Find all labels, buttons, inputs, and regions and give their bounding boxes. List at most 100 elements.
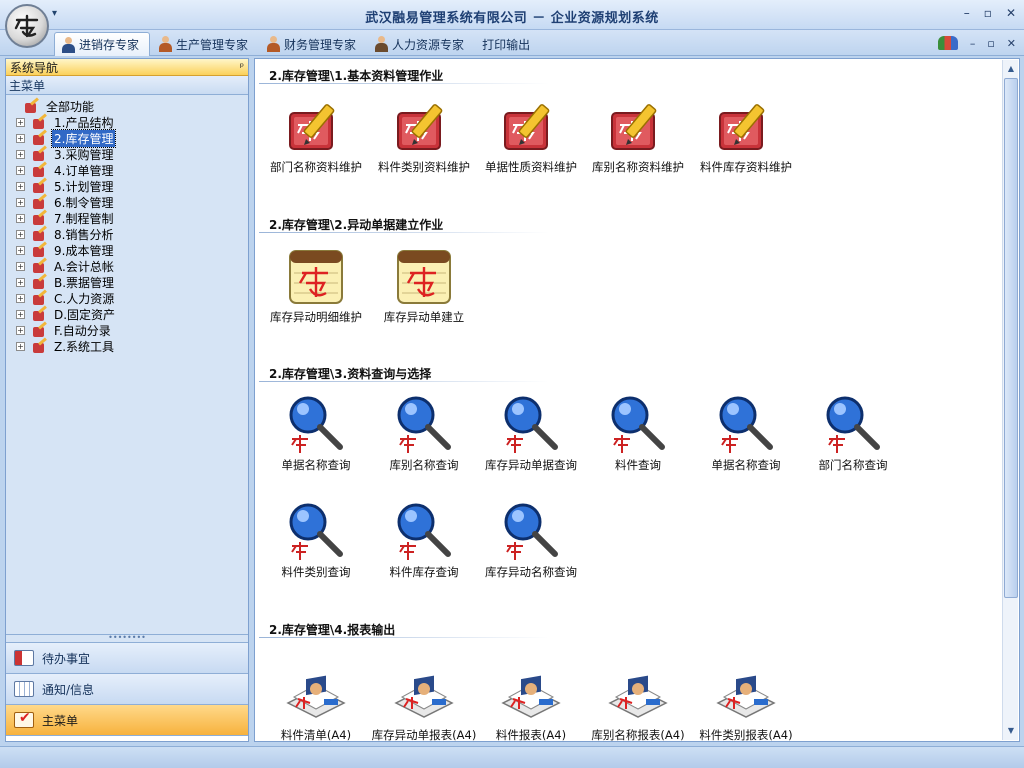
function-icon-button[interactable]: 库存异动单据查询 xyxy=(478,393,584,472)
tree-item-label: C.人力资源 xyxy=(54,291,115,306)
todo-button[interactable]: 待办事宜 xyxy=(6,643,248,674)
function-icon-button[interactable]: 料件类别资料维护 xyxy=(371,95,477,174)
function-label: 料件查询 xyxy=(615,458,661,472)
expand-icon[interactable]: + xyxy=(16,293,25,303)
expand-icon[interactable]: + xyxy=(16,197,25,207)
tree-item[interactable]: +4.订单管理 xyxy=(16,162,248,178)
main-content: ▲ ▼ 2.库存管理\1.基本资料管理作业 部门名称资料维护 料件类别资料维护 单据性… xyxy=(254,58,1020,742)
expand-icon[interactable]: + xyxy=(16,277,25,287)
function-icon-button[interactable]: 库别名称查询 xyxy=(371,393,477,472)
function-icon-button[interactable]: 料件类别查询 xyxy=(263,500,369,579)
folder-pencil-icon xyxy=(32,276,48,289)
notice-button[interactable]: 通知/信息 xyxy=(6,674,248,705)
child-close-button[interactable]: ✕ xyxy=(1007,37,1016,50)
folder-pencil-icon xyxy=(714,95,778,159)
function-icon-button[interactable]: 库存异动单建立 xyxy=(371,245,477,324)
magnifier-icon xyxy=(499,393,563,457)
function-icon-button[interactable]: 库存异动单报表(A4) xyxy=(371,663,477,741)
expand-icon[interactable]: + xyxy=(16,117,25,127)
calendar-icon xyxy=(14,681,34,697)
tree-item[interactable]: +8.销售分析 xyxy=(16,226,248,242)
vertical-scrollbar[interactable]: ▲ ▼ xyxy=(1002,60,1018,740)
function-label: 料件类别报表(A4) xyxy=(699,728,793,742)
maximize-button[interactable]: ▫ xyxy=(984,6,992,20)
function-icon-button[interactable]: 单据性质资料维护 xyxy=(478,95,584,174)
tree-item[interactable]: +6.制令管理 xyxy=(16,194,248,210)
expand-icon[interactable]: + xyxy=(16,261,25,271)
expand-icon[interactable]: + xyxy=(16,245,25,255)
expand-icon[interactable]: + xyxy=(16,149,25,159)
tree-item[interactable]: + D.固定资产 xyxy=(16,306,248,322)
function-icon-button[interactable]: 料件库存查询 xyxy=(371,500,477,579)
tree-item-label: 9.成本管理 xyxy=(54,243,114,258)
folder-pencil-icon xyxy=(32,260,48,273)
function-label: 库别名称查询 xyxy=(389,458,459,472)
function-icon-button[interactable]: 料件报表(A4) xyxy=(478,663,584,741)
app-logo-icon xyxy=(14,14,39,38)
function-icon-button[interactable]: 库存异动明细维护 xyxy=(263,245,369,324)
scroll-thumb[interactable] xyxy=(1004,78,1018,598)
expand-icon[interactable]: + xyxy=(16,229,25,239)
function-icon-button[interactable]: 库存异动名称查询 xyxy=(478,500,584,579)
tree-item[interactable]: + A.会计总帐 xyxy=(16,258,248,274)
nav-panel-header: 系统导航 ᵖ xyxy=(6,59,248,76)
pin-icon[interactable]: ᵖ xyxy=(240,62,244,73)
tree-item-label: 3.采购管理 xyxy=(54,147,114,162)
tab-production-expert[interactable]: 生产管理专家 xyxy=(152,32,258,56)
scroll-down-button[interactable]: ▼ xyxy=(1004,724,1018,738)
navigation-panel: 系统导航 ᵖ 主菜单 全部功能 +1.产品结构 +2.库存管理 +3.采购管理 +4.… xyxy=(5,58,249,742)
tree-item[interactable]: + C.人力资源 xyxy=(16,290,248,306)
tab-hr-expert[interactable]: 人力资源专家 xyxy=(368,32,474,56)
tree-item[interactable]: +5.计划管理 xyxy=(16,178,248,194)
users-icon[interactable] xyxy=(937,36,958,50)
tree-item[interactable]: +1.产品结构 xyxy=(16,114,248,130)
function-label: 单据名称查询 xyxy=(281,458,351,472)
tree-item[interactable]: + Z.系统工具 xyxy=(16,338,248,354)
expand-icon[interactable]: + xyxy=(16,309,25,319)
tree-item[interactable]: +7.制程管制 xyxy=(16,210,248,226)
expand-icon[interactable]: + xyxy=(16,181,25,191)
function-icon-button[interactable]: 单据名称查询 xyxy=(693,393,799,472)
function-label: 库存异动明细维护 xyxy=(270,310,362,324)
expand-icon[interactable]: + xyxy=(16,341,25,351)
expand-icon[interactable]: + xyxy=(16,133,25,143)
function-label: 库存异动名称查询 xyxy=(485,565,577,579)
section-title: 2.库存管理\3.资料查询与选择 xyxy=(269,367,432,381)
expand-icon[interactable]: + xyxy=(16,213,25,223)
tree-item[interactable]: +9.成本管理 xyxy=(16,242,248,258)
main-menu-button[interactable]: 主菜单 xyxy=(6,705,248,736)
tab-finance-expert[interactable]: 财务管理专家 xyxy=(260,32,366,56)
folder-pencil-icon xyxy=(32,116,48,129)
section-title: 2.库存管理\2.异动单据建立作业 xyxy=(269,218,444,232)
report-icon xyxy=(606,663,670,727)
function-icon-button[interactable]: 料件库存资料维护 xyxy=(693,95,799,174)
function-icon-button[interactable]: 料件清单(A4) xyxy=(263,663,369,741)
minimize-button[interactable]: – xyxy=(964,6,970,20)
title-bar: ▾ 武汉融易管理系统有限公司 － 企业资源规划系统 – ▫ ✕ xyxy=(0,0,1024,48)
app-menu-button[interactable] xyxy=(5,4,49,48)
function-icon-button[interactable]: 料件查询 xyxy=(585,393,691,472)
expand-icon[interactable]: + xyxy=(16,165,25,175)
child-minimize-button[interactable]: – xyxy=(970,37,976,50)
tree-item[interactable]: + B.票据管理 xyxy=(16,274,248,290)
report-icon xyxy=(714,663,778,727)
function-icon-button[interactable]: 库别名称报表(A4) xyxy=(585,663,691,741)
panel-splitter[interactable]: •••••••• xyxy=(6,634,248,643)
child-restore-button[interactable]: ▫ xyxy=(987,37,994,50)
report-icon xyxy=(392,663,456,727)
tree-item[interactable]: +2.库存管理 xyxy=(16,128,248,148)
expand-icon[interactable]: + xyxy=(16,325,25,335)
function-icon-button[interactable]: 部门名称查询 xyxy=(800,393,906,472)
function-icon-button[interactable]: 部门名称资料维护 xyxy=(263,95,369,174)
tree-root[interactable]: 全部功能 xyxy=(16,98,248,114)
function-icon-button[interactable]: 库别名称资料维护 xyxy=(585,95,691,174)
function-icon-button[interactable]: 料件类别报表(A4) xyxy=(693,663,799,742)
tree-item[interactable]: +3.采购管理 xyxy=(16,146,248,162)
function-icon-button[interactable]: 单据名称查询 xyxy=(263,393,369,472)
tab-print-output[interactable]: 打印输出 xyxy=(476,32,540,56)
tree-item[interactable]: + F.自动分录 xyxy=(16,322,248,338)
tab-inventory-expert[interactable]: 进销存专家 xyxy=(54,32,151,56)
function-label: 料件类别查询 xyxy=(281,565,351,579)
close-button[interactable]: ✕ xyxy=(1006,6,1016,20)
scroll-up-button[interactable]: ▲ xyxy=(1004,62,1018,76)
